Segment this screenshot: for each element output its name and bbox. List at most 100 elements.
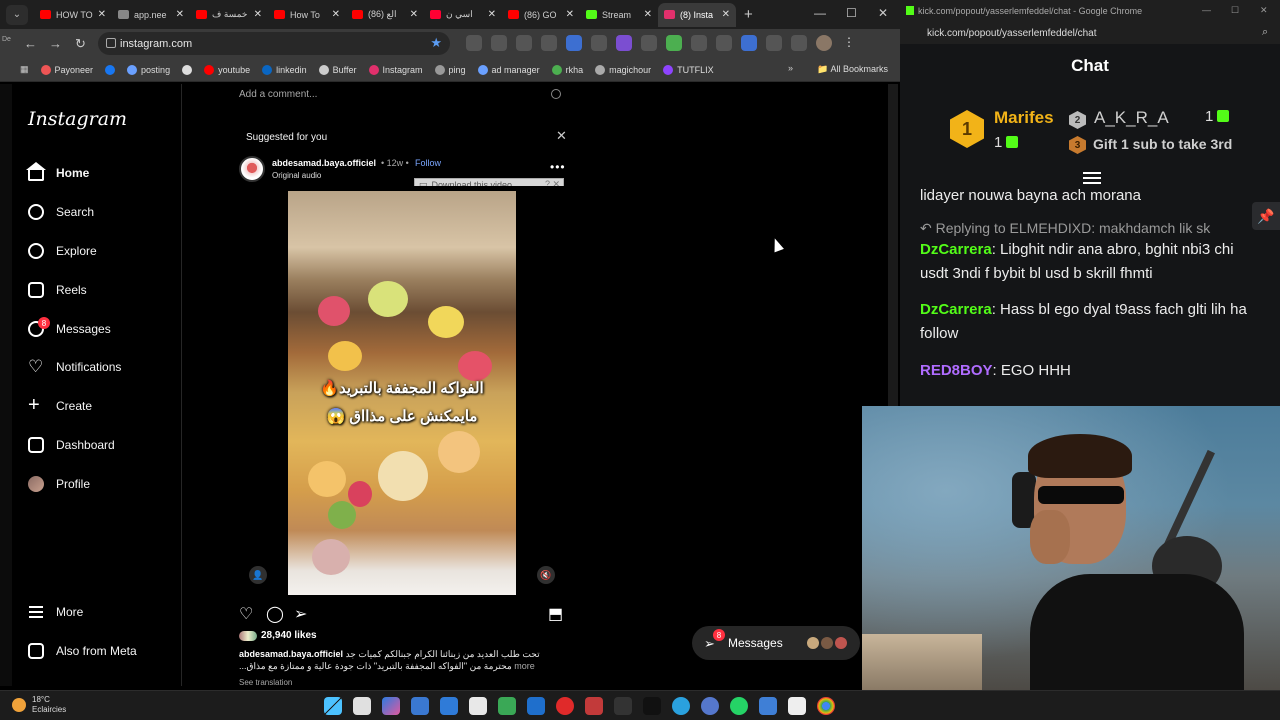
zoom-icon[interactable]: ⌕	[1262, 26, 1268, 39]
nav-messages[interactable]: 8 Messages	[28, 317, 111, 337]
url-input[interactable]: instagram.com ★	[98, 32, 450, 55]
bookmark-item[interactable]: linkedin	[262, 64, 307, 75]
browser-tab[interactable]: (86) الع ✕	[346, 3, 424, 27]
weather-widget[interactable]: 18°C Eclaircies	[12, 695, 66, 715]
app-icon[interactable]	[498, 697, 516, 715]
like-heart-icon[interactable]: ♡	[239, 604, 253, 624]
reload-button[interactable]: ↻	[68, 36, 93, 52]
reading-list-icon[interactable]	[791, 35, 807, 51]
bookmark-item[interactable]: youtube	[204, 64, 250, 75]
extension-icon[interactable]	[666, 35, 682, 51]
copilot-icon[interactable]	[382, 697, 400, 715]
bookmark-item[interactable]: Payoneer	[40, 64, 93, 75]
extension-icon[interactable]	[641, 35, 657, 51]
site-info-icon[interactable]	[106, 38, 116, 48]
comment-icon[interactable]: ◯	[266, 604, 284, 624]
see-translation-link[interactable]: See translation	[239, 678, 292, 687]
tiktok-icon[interactable]	[643, 697, 661, 715]
chat-reply-reference[interactable]: ↶ Replying to ELMEHDIXD: makhdamch lik s…	[920, 216, 1250, 240]
vscode-icon[interactable]	[440, 697, 458, 715]
nav-search[interactable]: Search	[28, 204, 94, 220]
bookmark-item[interactable]: Buffer	[318, 64, 357, 75]
windows-start-icon[interactable]	[324, 697, 342, 715]
app-icon[interactable]	[585, 697, 603, 715]
whatsapp-icon[interactable]	[730, 697, 748, 715]
instagram-logo[interactable]: Instagram	[28, 108, 127, 130]
follow-button[interactable]: Follow	[415, 158, 441, 168]
extension-icon[interactable]	[741, 35, 757, 51]
nav-more[interactable]: More	[28, 604, 83, 620]
bookmark-item[interactable]: magichour	[595, 64, 651, 75]
app-icon[interactable]	[411, 697, 429, 715]
bookmark-item[interactable]: ping	[434, 64, 466, 75]
chat-username[interactable]: DzCarrera	[920, 241, 992, 258]
back-button[interactable]: ←	[18, 36, 43, 51]
rank-2-name[interactable]: A_K_R_A	[1094, 108, 1169, 128]
close-window-button[interactable]: ✕	[878, 6, 888, 20]
post-audio[interactable]: Original audio	[272, 171, 321, 180]
app-icon[interactable]	[759, 697, 777, 715]
profile-avatar[interactable]	[816, 35, 832, 51]
nav-notifications[interactable]: ♡ Notifications	[28, 358, 121, 375]
bookmark-item[interactable]: ad manager	[477, 64, 540, 75]
more-options-icon[interactable]: •••	[550, 160, 566, 174]
telegram-icon[interactable]	[672, 697, 690, 715]
browser-tab[interactable]: app.nee ✕	[112, 3, 190, 27]
maximize-button[interactable]: ☐	[846, 6, 857, 20]
close-icon[interactable]: ✕	[556, 128, 567, 144]
browser-tab[interactable]: (86) GO ✕	[502, 3, 580, 27]
bookmark-item[interactable]	[105, 64, 116, 75]
extension-icon[interactable]	[541, 35, 557, 51]
file-explorer-icon[interactable]	[353, 697, 371, 715]
extension-icon[interactable]	[516, 35, 532, 51]
tab-close-icon[interactable]: ✕	[488, 9, 496, 20]
kick-url-bar[interactable]: kick.com/popout/yasserlemfeddel/chat ⌕	[900, 22, 1280, 44]
extension-icon[interactable]	[591, 35, 607, 51]
nav-dashboard[interactable]: Dashboard	[28, 437, 115, 453]
tab-close-icon[interactable]: ✕	[722, 9, 730, 20]
collapse-leaderboard-icon[interactable]	[1083, 172, 1101, 174]
nav-explore[interactable]: Explore	[28, 243, 97, 259]
extension-icon[interactable]	[491, 35, 507, 51]
close-window-button[interactable]: ✕	[1260, 5, 1268, 16]
share-icon[interactable]: ➢	[294, 604, 307, 624]
extension-icon[interactable]	[716, 35, 732, 51]
extension-icon[interactable]	[616, 35, 632, 51]
extension-icon[interactable]	[566, 35, 582, 51]
nav-reels[interactable]: Reels	[28, 282, 87, 298]
chevron-more-icon[interactable]: »	[788, 63, 793, 73]
tab-search-button[interactable]: ⌄	[6, 4, 28, 25]
chat-username[interactable]: DzCarrera	[920, 301, 992, 318]
menu-kebab-icon[interactable]: ⋮	[841, 35, 857, 51]
caption-username[interactable]: abdesamad.baya.officiel	[239, 649, 343, 659]
bookmark-item[interactable]: TUTFLIX	[663, 64, 714, 75]
nav-also-from-meta[interactable]: Also from Meta	[28, 643, 137, 659]
gift-sub-cta[interactable]: Gift 1 sub to take 3rd	[1093, 136, 1232, 152]
nav-create[interactable]: + Create	[28, 395, 92, 415]
puzzle-icon[interactable]	[766, 35, 782, 51]
all-bookmarks[interactable]: 📁 All Bookmarks	[817, 64, 888, 75]
caption-more-link[interactable]: more	[514, 661, 535, 671]
tab-close-icon[interactable]: ✕	[176, 9, 184, 20]
opera-icon[interactable]	[556, 697, 574, 715]
browser-tab[interactable]: How To ✕	[268, 3, 346, 27]
tab-close-icon[interactable]: ✕	[410, 9, 418, 20]
bookmark-star-icon[interactable]: ★	[430, 35, 442, 51]
tab-close-icon[interactable]: ✕	[566, 9, 574, 20]
browser-tab[interactable]: Stream ✕	[580, 3, 658, 27]
tab-close-icon[interactable]: ✕	[644, 9, 652, 20]
bookmark-item[interactable]: Instagram	[368, 64, 423, 75]
nav-home[interactable]: Home	[26, 162, 89, 181]
extension-icon[interactable]	[691, 35, 707, 51]
browser-tab[interactable]: خمسة ف ✕	[190, 3, 268, 27]
emoji-icon[interactable]	[551, 89, 561, 99]
browser-tab[interactable]: HOW TO ✕	[34, 3, 112, 27]
pin-icon[interactable]: 📌	[1252, 202, 1280, 230]
extension-icon[interactable]	[466, 35, 482, 51]
apps-grid-icon[interactable]: ▦	[20, 64, 29, 75]
post-video[interactable]: الفواكه المجففة بالتبريد🔥 مايمكنش على مذ…	[288, 191, 516, 595]
tab-close-icon[interactable]: ✕	[332, 9, 340, 20]
app-icon[interactable]	[701, 697, 719, 715]
browser-tab[interactable]: (8) Insta ✕	[658, 2, 736, 27]
capcut-icon[interactable]	[614, 697, 632, 715]
